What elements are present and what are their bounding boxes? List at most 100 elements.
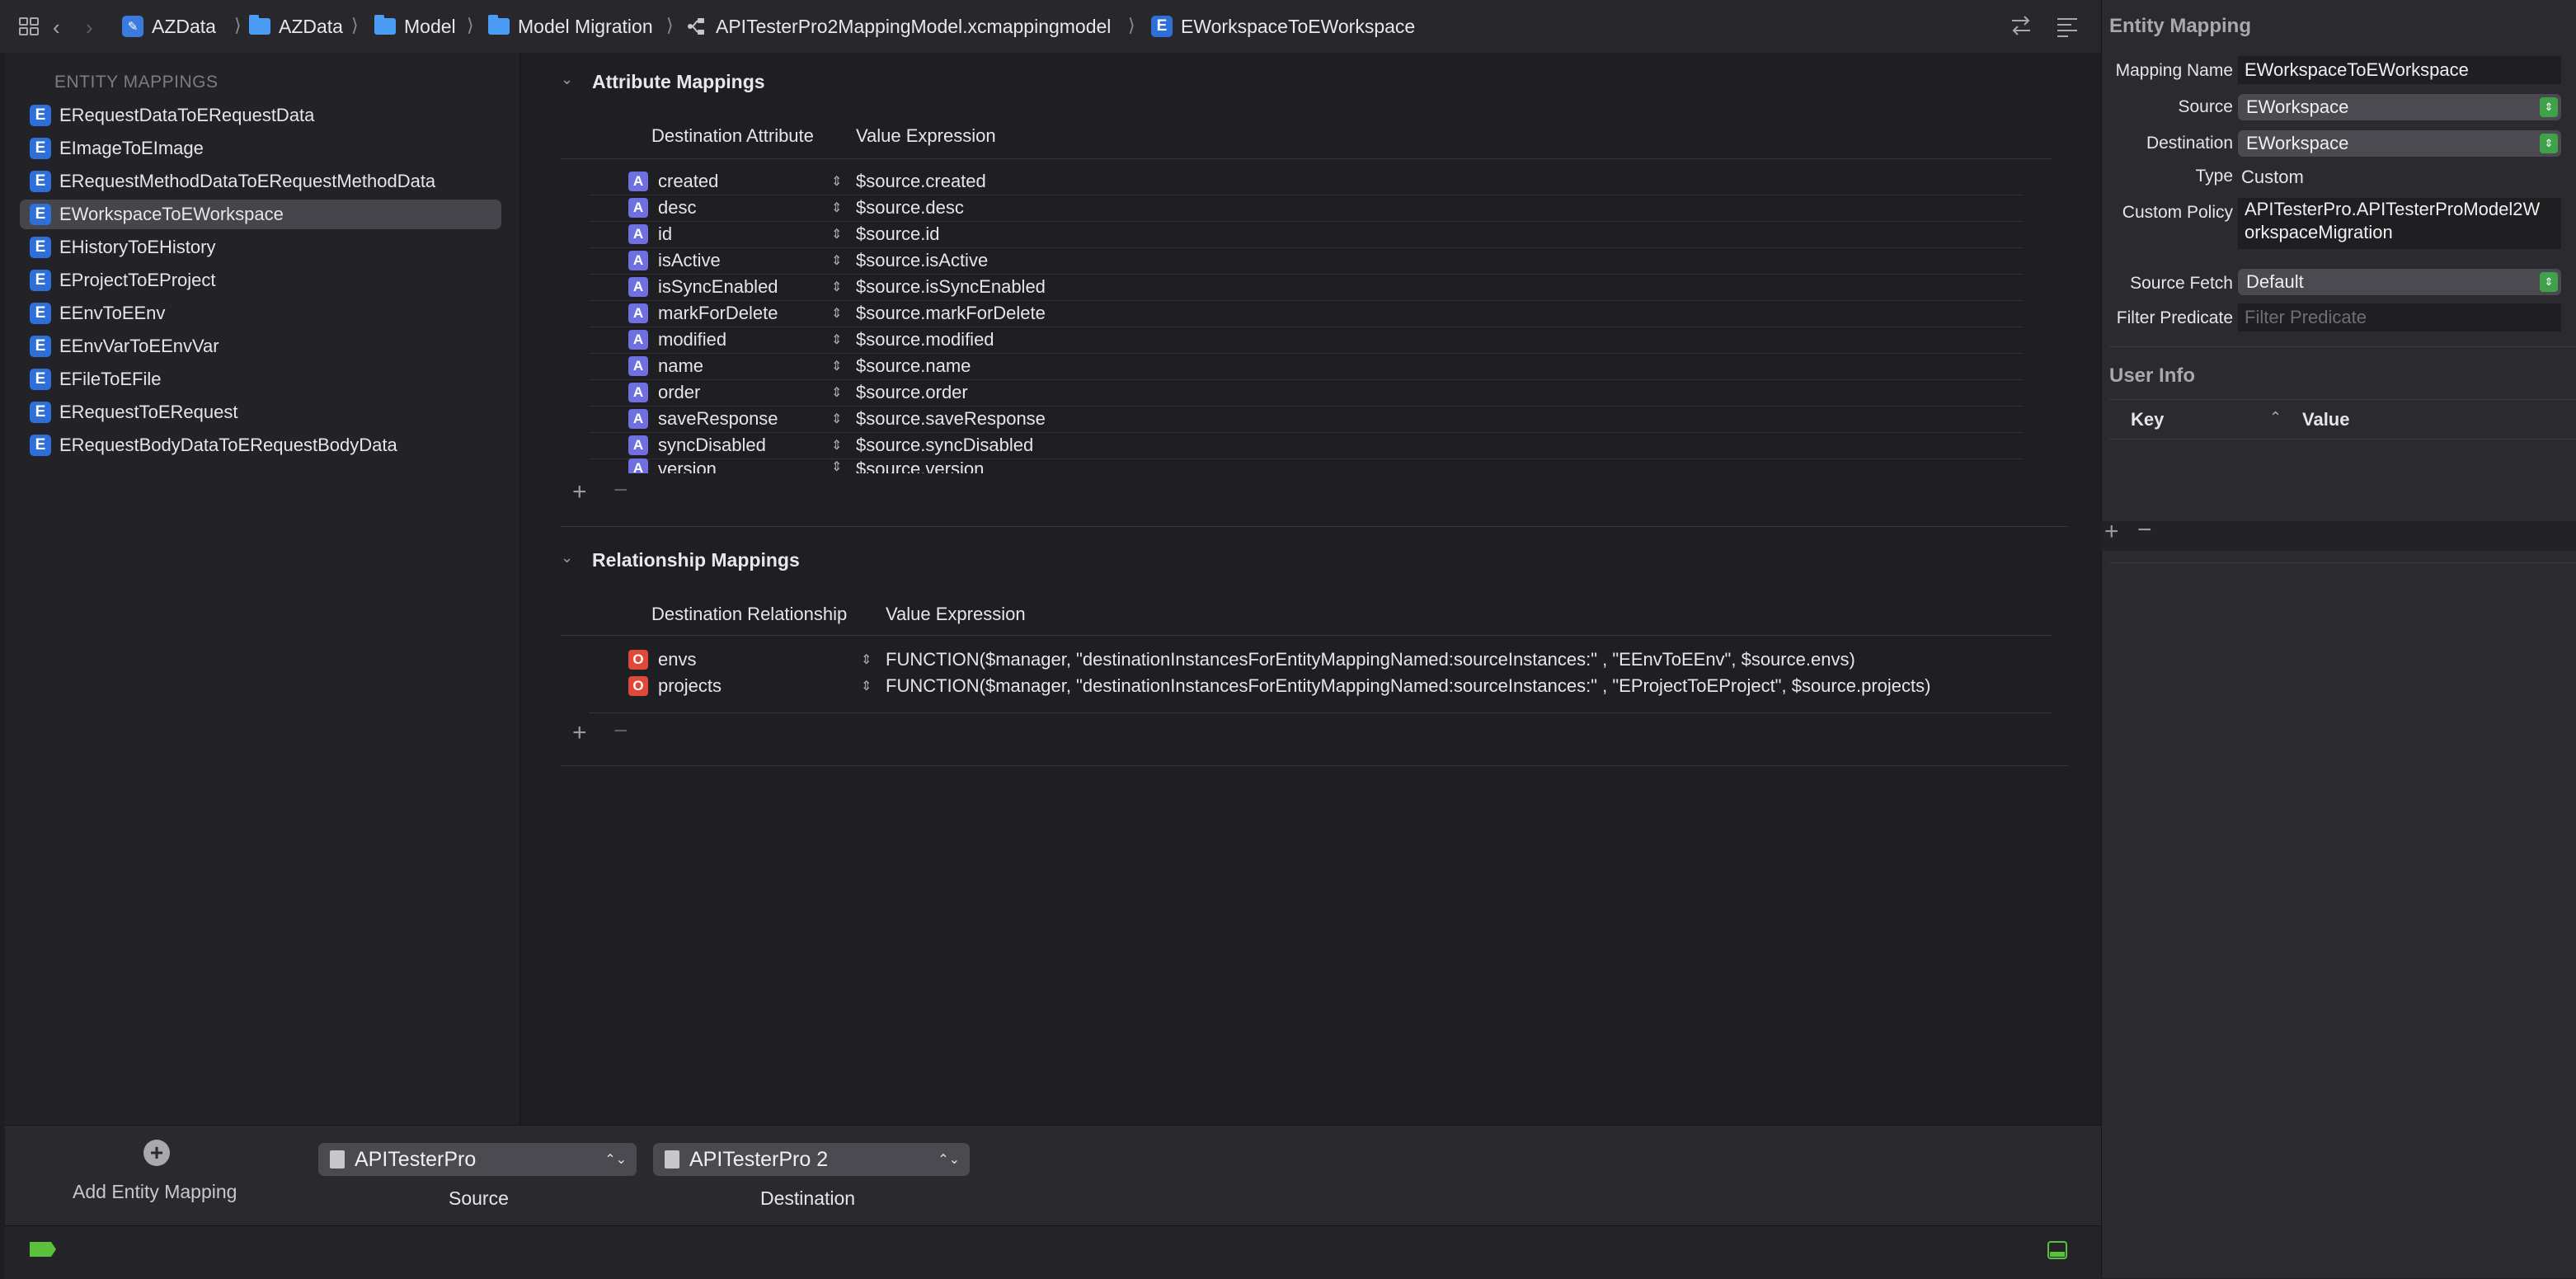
destination-attribute: syncDisabled [658, 435, 766, 455]
destination-attribute: isActive [658, 250, 721, 270]
remove-relationship-button[interactable]: − [613, 717, 628, 745]
sidebar-item[interactable]: E EImageToEImage [20, 134, 501, 163]
debug-area-toggle-icon[interactable] [2047, 1240, 2068, 1260]
custom-policy-field[interactable]: APITesterPro.APITesterProModel2W orkspac… [2238, 198, 2561, 249]
table-row[interactable]: AsaveResponse ⇕ $source.saveResponse [589, 406, 2024, 432]
swap-arrows-icon[interactable] [2009, 13, 2033, 38]
table-row[interactable]: Aname ⇕ $source.name [589, 353, 2024, 379]
value-expression[interactable]: $source.syncDisabled [856, 435, 1033, 456]
add-attribute-button[interactable]: + [572, 478, 587, 506]
sidebar-item[interactable]: E ERequestMethodDataToERequestMethodData [20, 167, 501, 196]
sidebar-item[interactable]: E EEnvToEEnv [20, 299, 501, 328]
inspector-title: Entity Mapping [2109, 15, 2251, 37]
value-expression[interactable]: $source.saveResponse [856, 408, 1046, 430]
destination-attribute: modified [658, 329, 727, 350]
sidebar-item[interactable]: E ERequestToERequest [20, 397, 501, 427]
table-row[interactable]: Oenvs ⇕ FUNCTION($manager, "destinationIns… [589, 647, 2024, 673]
sidebar-item-label: ERequestToERequest [59, 402, 238, 422]
value-expression[interactable]: $source.markForDelete [856, 303, 1046, 324]
remove-attribute-button[interactable]: − [613, 477, 628, 505]
destination-attribute-header[interactable]: Destination Attribute [651, 125, 814, 147]
up-down-chevron-icon[interactable]: ⇕ [831, 458, 856, 473]
up-down-chevron-icon[interactable]: ⇕ [831, 305, 856, 322]
relationship-value-expression[interactable]: FUNCTION($manager, "destinationInstances… [886, 649, 1855, 670]
value-column-header[interactable]: Value [2302, 409, 2349, 430]
up-down-chevron-icon[interactable]: ⇕ [861, 678, 886, 694]
up-down-chevron-icon[interactable]: ⇕ [831, 358, 856, 374]
up-down-chevron-icon[interactable]: ⇕ [831, 226, 856, 242]
list-lines-icon[interactable] [2055, 15, 2080, 38]
add-relationship-button[interactable]: + [572, 719, 587, 747]
sidebar-item[interactable]: E EFileToEFile [20, 364, 501, 394]
up-down-chevron-icon: ⇕ [2540, 134, 2558, 153]
key-column-header[interactable]: Key [2131, 409, 2164, 430]
sidebar-item[interactable]: E ERequestBodyDataToERequestBodyData [20, 430, 501, 460]
up-down-chevron-icon[interactable]: ⇕ [831, 332, 856, 348]
relationship-value-expression[interactable]: FUNCTION($manager, "destinationInstances… [886, 675, 1930, 697]
user-info-toolbar [2101, 521, 2576, 551]
source-fetch-select[interactable]: Default ⇕ [2238, 269, 2561, 295]
chevron-down-icon[interactable]: ⌄ [561, 549, 573, 567]
breadcrumb-item-entity-mapping[interactable]: E EWorkspaceToEWorkspace [1151, 13, 1415, 40]
table-row[interactable]: AisActive ⇕ $source.isActive [589, 247, 2024, 274]
forward-arrow-icon[interactable]: › [86, 15, 93, 40]
up-down-chevron-icon[interactable]: ⇕ [861, 651, 886, 668]
up-down-chevron-icon[interactable]: ⇕ [831, 200, 856, 216]
table-row[interactable]: Adesc ⇕ $source.desc [589, 195, 2024, 221]
sidebar-item[interactable]: E EHistoryToEHistory [20, 233, 501, 262]
table-row[interactable]: Aid ⇕ $source.id [589, 221, 2024, 247]
up-down-chevron-icon[interactable]: ⇕ [831, 173, 856, 190]
value-expression[interactable]: $source.id [856, 223, 940, 245]
breadcrumb-item-azdata-folder[interactable]: AZData [249, 13, 343, 40]
value-expression[interactable]: $source.name [856, 355, 971, 377]
table-row[interactable]: Aorder ⇕ $source.order [589, 379, 2024, 406]
sidebar-item[interactable]: E EWorkspaceToEWorkspace [20, 200, 501, 229]
grid-icon[interactable] [18, 16, 40, 36]
table-row[interactable]: AisSyncEnabled ⇕ $source.isSyncEnabled [589, 274, 2024, 300]
value-expression[interactable]: $source.version [856, 458, 984, 473]
chevron-down-icon[interactable]: ⌄ [561, 71, 573, 88]
breadcrumb-item-mapping-model[interactable]: APITesterPro2MappingModel.xcmappingmodel [686, 13, 1111, 40]
divider [2109, 346, 2576, 347]
filter-predicate-field[interactable]: Filter Predicate [2238, 303, 2561, 332]
add-user-info-button[interactable]: + [2104, 518, 2119, 546]
table-row[interactable]: AmarkForDelete ⇕ $source.markForDelete [589, 300, 2024, 327]
relationship-value-expression-header[interactable]: Value Expression [886, 604, 1026, 625]
value-expression[interactable]: $source.order [856, 382, 968, 403]
value-expression[interactable]: $source.isActive [856, 250, 988, 271]
add-entity-mapping-button[interactable]: + Add Entity Mapping [58, 1140, 256, 1214]
value-expression[interactable]: $source.modified [856, 329, 994, 350]
value-expression-header[interactable]: Value Expression [856, 125, 996, 147]
source-entity-select[interactable]: EWorkspace ⇕ [2238, 94, 2561, 120]
up-down-chevron-icon[interactable]: ⇕ [831, 252, 856, 269]
breadcrumb-item-model[interactable]: Model [374, 13, 456, 40]
up-down-chevron-icon[interactable]: ⇕ [831, 384, 856, 401]
sidebar-item[interactable]: E EProjectToEProject [20, 266, 501, 295]
up-down-chevron-icon[interactable]: ⇕ [831, 411, 856, 427]
sidebar-item-label: EHistoryToEHistory [59, 237, 216, 257]
breadcrumb-item-azdata-project[interactable]: ✎ AZData [122, 13, 216, 40]
up-down-chevron-icon[interactable]: ⇕ [831, 279, 856, 295]
destination-relationship-header[interactable]: Destination Relationship [651, 604, 847, 625]
attribute-icon: A [628, 435, 648, 455]
up-down-chevron-icon[interactable]: ⇕ [831, 437, 856, 454]
table-row[interactable]: Amodified ⇕ $source.modified [589, 327, 2024, 353]
destination-model-select[interactable]: APITesterPro 2 ⌃⌄ [653, 1143, 970, 1176]
sidebar-item[interactable]: E EEnvVarToEEnvVar [20, 332, 501, 361]
value-expression[interactable]: $source.isSyncEnabled [856, 276, 1046, 298]
value-expression[interactable]: $source.created [856, 171, 986, 192]
tag-icon[interactable] [28, 1240, 58, 1258]
value-expression[interactable]: $source.desc [856, 197, 964, 219]
source-model-select[interactable]: APITesterPro ⌃⌄ [318, 1143, 637, 1176]
remove-user-info-button[interactable]: − [2137, 516, 2152, 544]
sidebar-item[interactable]: E ERequestDataToERequestData [20, 101, 501, 130]
table-row[interactable]: Aversion ⇕ $source.version [589, 458, 2024, 473]
type-value: Custom [2241, 167, 2304, 187]
destination-entity-select[interactable]: EWorkspace ⇕ [2238, 130, 2561, 157]
mapping-name-field[interactable]: EWorkspaceToEWorkspace [2238, 56, 2561, 84]
table-row[interactable]: Acreated ⇕ $source.created [589, 168, 2024, 195]
table-row[interactable]: AsyncDisabled ⇕ $source.syncDisabled [589, 432, 2024, 458]
back-arrow-icon[interactable]: ‹ [53, 15, 60, 40]
breadcrumb-item-model-migration[interactable]: Model Migration [488, 13, 653, 40]
table-row[interactable]: Oprojects ⇕ FUNCTION($manager, "destinatio… [589, 673, 2024, 699]
